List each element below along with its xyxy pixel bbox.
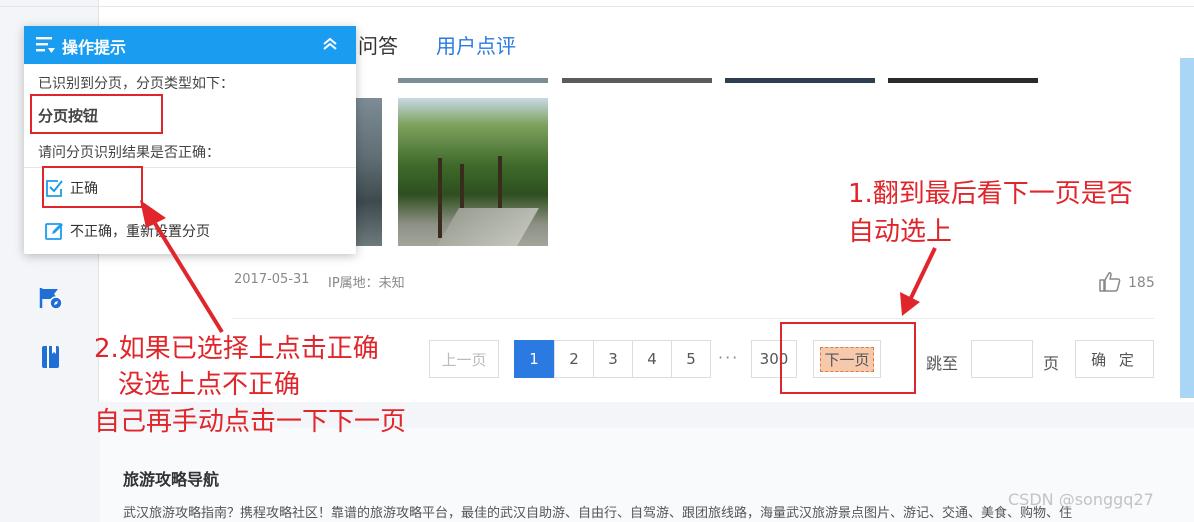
note1-line2: 自动选上 [848, 217, 953, 247]
confirm-button[interactable]: 确 定 [1075, 340, 1154, 378]
ip-location: IP属地：未知 [328, 276, 405, 291]
note2-line3: 自己再手动点击一下下一页 [94, 407, 407, 437]
top-divider [0, 6, 1194, 7]
scrollbar[interactable] [1180, 58, 1194, 398]
incorrect-option-label: 不正确，重新设置分页 [70, 224, 210, 240]
photo-strip [562, 78, 712, 83]
like-count: 185 [1128, 275, 1155, 291]
incorrect-option[interactable]: 不正确，重新设置分页 [44, 221, 210, 241]
page-1-button[interactable]: 1 [514, 340, 554, 378]
highlight-box-next [780, 322, 916, 394]
map-flag-icon[interactable] [38, 286, 64, 310]
review-photo[interactable] [398, 98, 548, 246]
page-3-button[interactable]: 3 [593, 340, 633, 378]
divider [232, 318, 1154, 319]
book-icon[interactable] [38, 345, 64, 369]
goto-label: 跳至 [926, 354, 959, 373]
edit-icon [45, 223, 63, 240]
detected-text: 已识别到分页，分页类型如下： [38, 76, 234, 92]
note2-line2: 没选上点不正确 [118, 370, 301, 400]
question-text: 请问分页识别结果是否正确： [38, 145, 220, 161]
page-4-button[interactable]: 4 [632, 340, 672, 378]
photo-strip [398, 78, 548, 83]
menu-list-icon [36, 36, 56, 54]
goto-unit-label: 页 [1043, 354, 1060, 373]
chevron-up-icon[interactable] [320, 34, 340, 54]
footer-text: 武汉旅游攻略指南？携程攻略社区！靠谱的旅游攻略平台，最佳的武汉自助游、自由行、自… [123, 506, 1073, 521]
page-ellipsis: ··· [718, 348, 740, 367]
note1-line1: 1.翻到最后看下一页是否 [848, 179, 1133, 209]
watermark: CSDN @songgq27 [1008, 490, 1154, 509]
tab-reviews[interactable]: 用户点评 [436, 30, 516, 59]
popup-title: 操作提示 [62, 38, 127, 57]
popup-header: 操作提示 [24, 26, 356, 64]
highlight-box-type [30, 94, 163, 134]
thumbs-up-icon[interactable] [1098, 270, 1124, 294]
note2-line1: 2.如果已选择上点击正确 [94, 334, 379, 364]
page-5-button[interactable]: 5 [671, 340, 711, 378]
photo-strip [888, 78, 1038, 83]
goto-page-input[interactable] [971, 340, 1033, 378]
prev-page-button[interactable]: 上一页 [429, 340, 499, 378]
tab-qa[interactable]: 问答 [358, 30, 398, 59]
review-date: 2017-05-31 [234, 272, 310, 287]
page-2-button[interactable]: 2 [554, 340, 594, 378]
photo-strip [725, 78, 875, 83]
operation-tips-popup: 操作提示 已识别到分页，分页类型如下： 分页按钮 请问分页识别结果是否正确： 正… [24, 26, 356, 254]
highlight-box-correct [42, 166, 143, 208]
footer-title: 旅游攻略导航 [123, 470, 220, 489]
